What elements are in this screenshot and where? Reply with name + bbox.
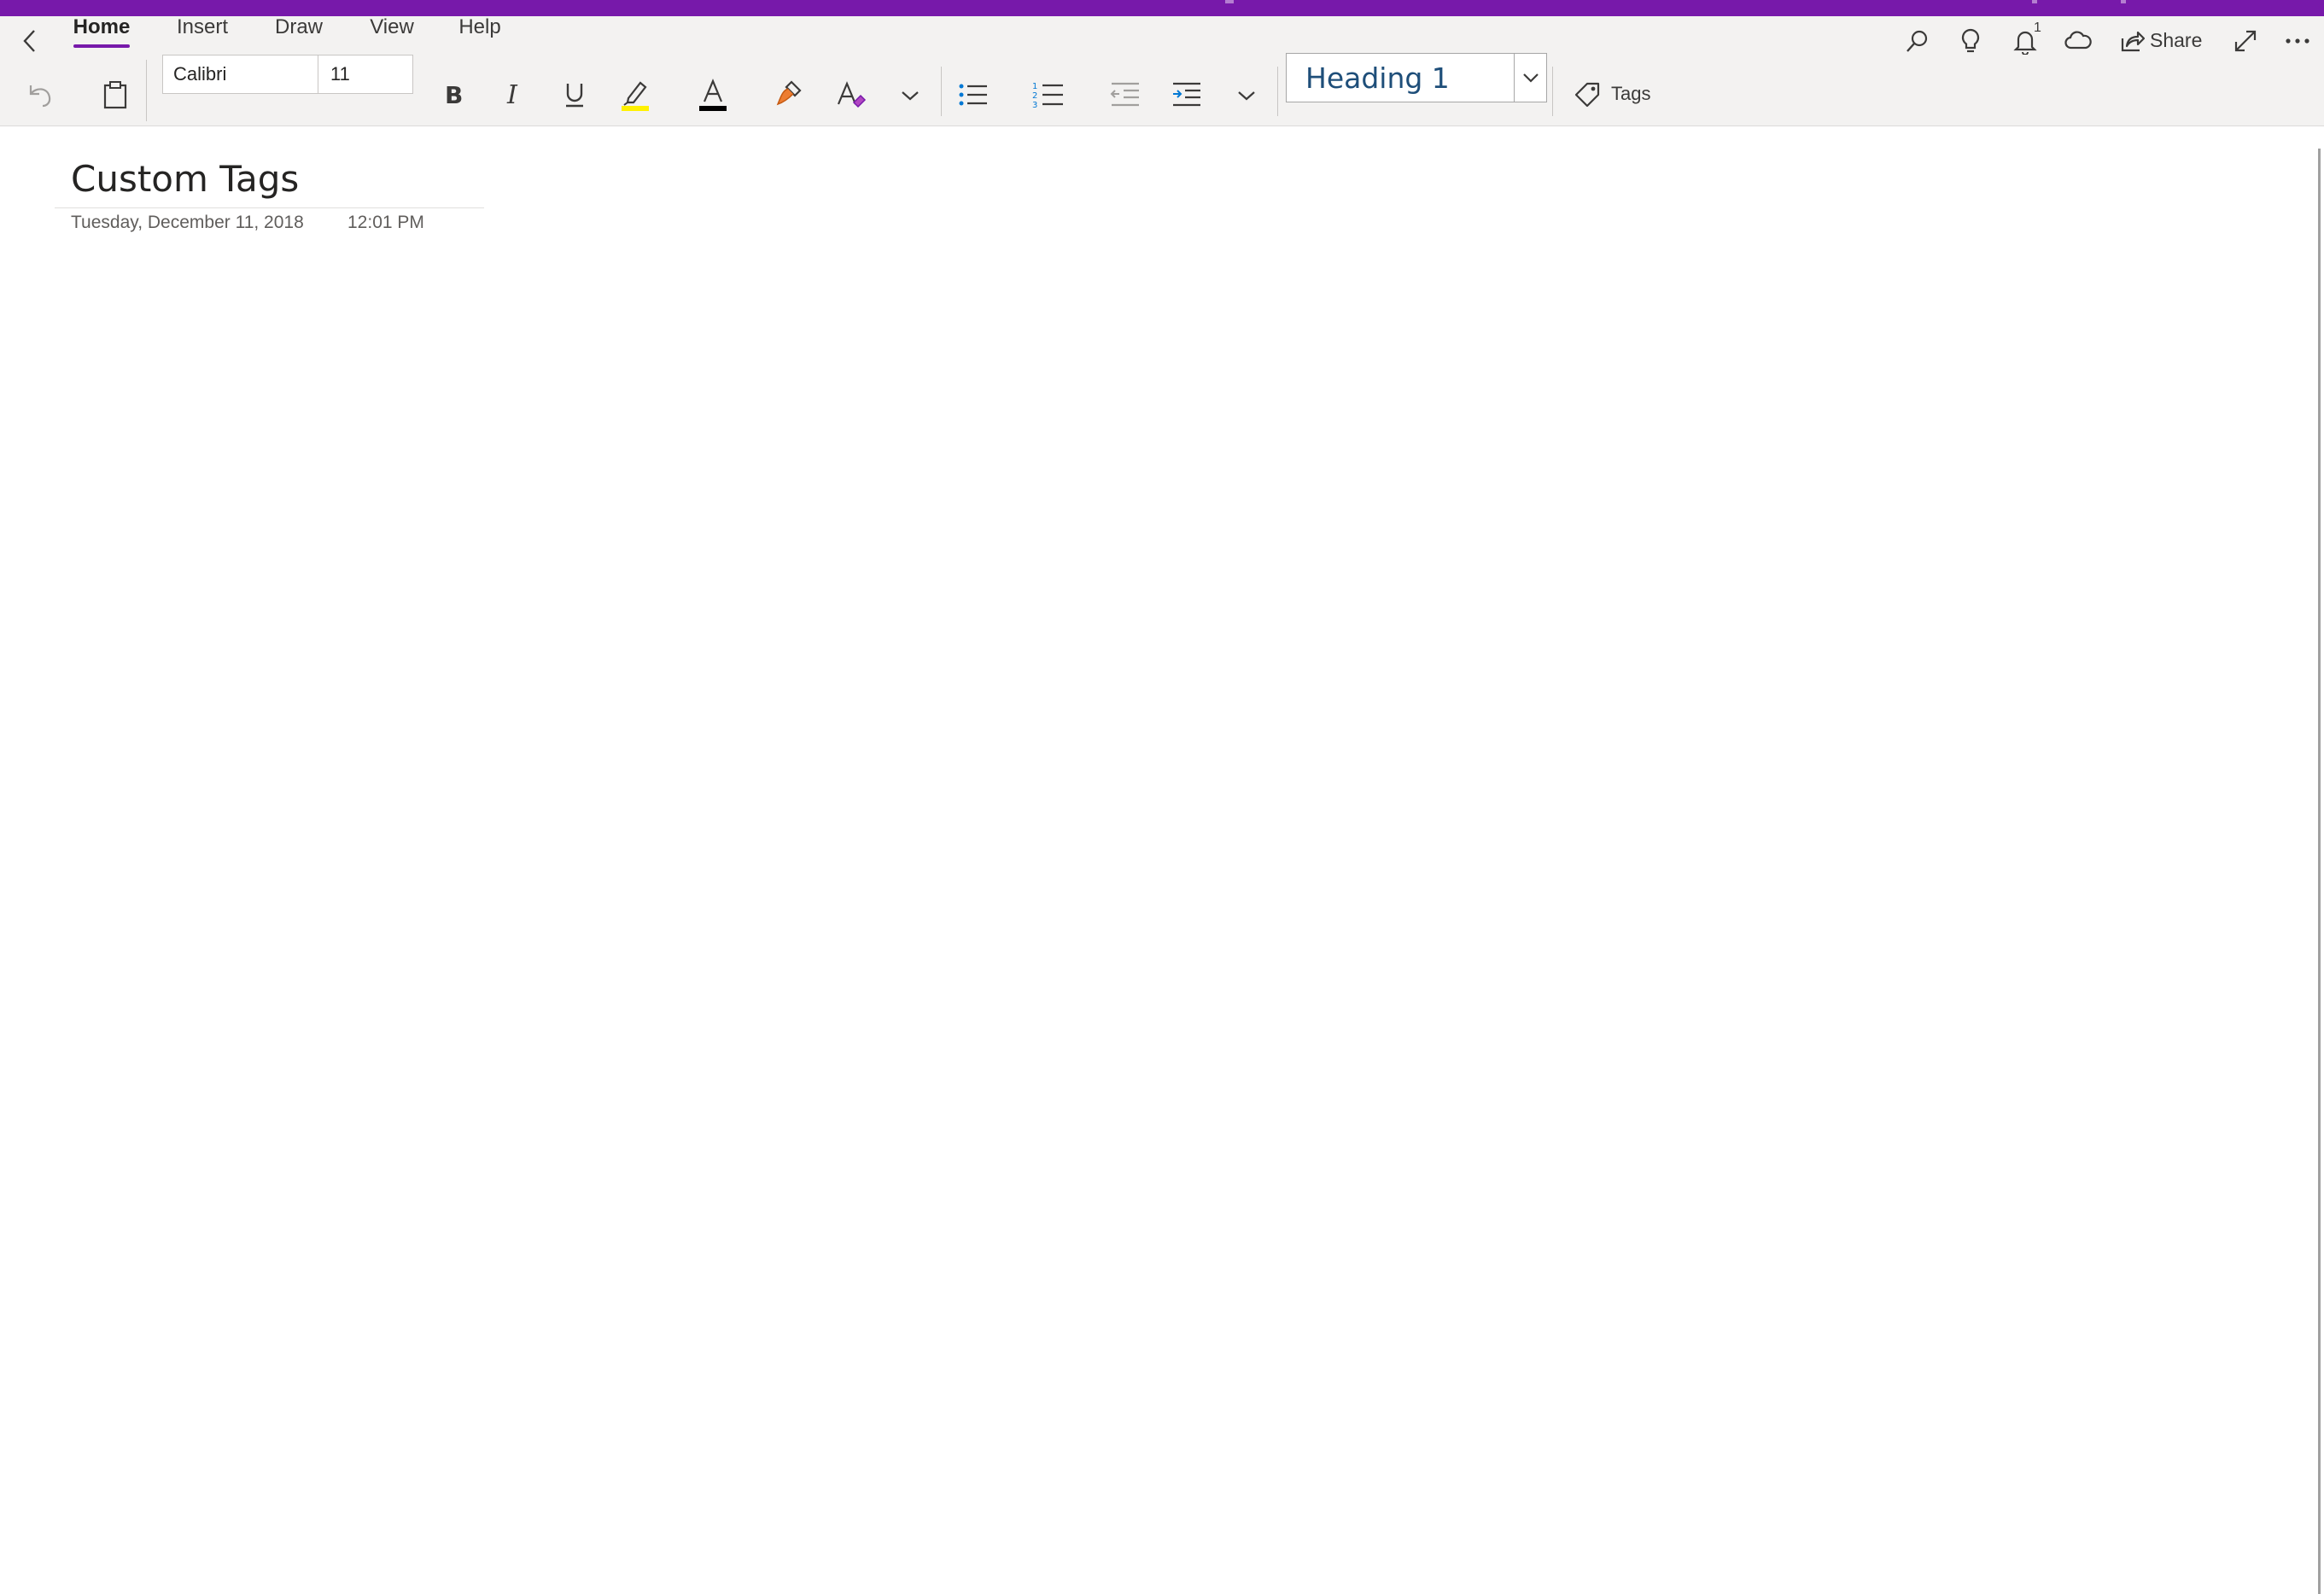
tell-me-button[interactable] (1953, 24, 1988, 58)
ribbon-separator (146, 60, 147, 121)
ribbon-separator (1552, 67, 1553, 116)
tags-label[interactable]: Tags (1611, 79, 1650, 109)
more-formatting-dropdown[interactable] (895, 80, 926, 111)
font-color-icon (699, 79, 727, 111)
share-icon (2121, 31, 2145, 52)
notification-count: 1 (2034, 20, 2041, 35)
page-date: Tuesday, December 11, 2018 (71, 213, 304, 232)
title-bar-fragment (1225, 0, 1234, 3)
more-paragraph-dropdown[interactable] (1231, 80, 1262, 111)
share-label[interactable]: Share (2150, 25, 2202, 55)
tab-view[interactable]: View (369, 13, 415, 54)
clear-formatting-button[interactable] (832, 73, 871, 114)
clear-formatting-icon (837, 81, 867, 108)
title-bar (0, 0, 2324, 16)
tab-home[interactable]: Home (73, 13, 130, 54)
chevron-down-icon (1238, 91, 1255, 101)
increase-indent-icon (1173, 82, 1200, 107)
tab-help[interactable]: Help (458, 13, 501, 54)
tab-label: View (370, 15, 414, 38)
numbering-button[interactable]: 123 (1028, 75, 1069, 114)
chevron-down-icon (1523, 73, 1539, 83)
decrease-indent-icon (1110, 82, 1139, 107)
tab-label: Draw (275, 15, 324, 38)
page-time: 12:01 PM (347, 213, 424, 232)
style-selector[interactable]: Heading 1 (1286, 53, 1547, 102)
share-button[interactable] (2117, 24, 2146, 58)
paste-button[interactable] (96, 75, 135, 114)
undo-button[interactable] (19, 76, 58, 114)
tab-draw[interactable]: Draw (275, 13, 323, 54)
search-icon (1906, 30, 1928, 52)
page-title[interactable]: Custom Tags (71, 155, 299, 203)
ribbon-separator (941, 67, 942, 116)
increase-indent-button[interactable] (1166, 75, 1207, 114)
tab-label: Home (73, 15, 131, 38)
search-button[interactable] (1901, 24, 1935, 58)
format-painter-icon (776, 80, 802, 106)
clipboard-icon (103, 81, 127, 109)
bullet-list-icon (959, 84, 987, 106)
svg-text:B: B (445, 82, 463, 108)
font-color-button[interactable] (692, 73, 734, 116)
svg-text:1: 1 (1032, 82, 1037, 91)
bullets-button[interactable] (953, 75, 994, 114)
title-bar-fragment (2032, 0, 2037, 3)
lightbulb-icon (1961, 28, 1980, 53)
svg-text:2: 2 (1032, 91, 1037, 101)
more-options-button[interactable] (2280, 24, 2315, 58)
svg-text:3: 3 (1032, 101, 1037, 109)
sync-status-button[interactable] (2061, 24, 2095, 58)
tag-icon (1574, 82, 1600, 108)
svg-text:I: I (506, 82, 518, 108)
format-painter-button[interactable] (770, 73, 809, 114)
numbered-list-icon: 123 (1032, 82, 1063, 109)
back-icon (23, 30, 35, 52)
full-page-view-button[interactable] (2228, 24, 2263, 58)
title-divider (55, 207, 484, 208)
style-dropdown-button[interactable] (1514, 54, 1547, 102)
tags-button[interactable] (1568, 75, 1607, 114)
undo-icon (29, 85, 51, 108)
chevron-down-icon (902, 91, 919, 101)
font-selector: Calibri 11 (162, 55, 413, 94)
bold-button[interactable]: B (434, 75, 473, 114)
underline-button[interactable] (555, 75, 594, 114)
ribbon-separator (1277, 67, 1278, 116)
bold-icon: B (445, 82, 463, 108)
font-name-field[interactable]: Calibri (163, 55, 318, 93)
italic-icon: I (506, 82, 518, 108)
italic-button[interactable]: I (493, 75, 533, 114)
tab-label: Insert (176, 15, 229, 38)
tab-label: Help (458, 15, 501, 38)
underline-icon (566, 84, 583, 108)
decrease-indent-button[interactable] (1105, 75, 1146, 114)
back-button[interactable] (17, 24, 43, 58)
highlight-button[interactable] (615, 73, 656, 116)
title-bar-fragment (2121, 0, 2126, 3)
style-name: Heading 1 (1305, 61, 1450, 95)
highlighter-icon (622, 81, 649, 111)
expand-icon (2234, 30, 2257, 52)
cloud-sync-icon (2064, 31, 2092, 50)
more-icon (2286, 38, 2309, 44)
font-size-field[interactable]: 11 (318, 55, 412, 93)
vertical-scrollbar[interactable] (2318, 149, 2321, 1594)
tab-insert[interactable]: Insert (176, 13, 229, 54)
